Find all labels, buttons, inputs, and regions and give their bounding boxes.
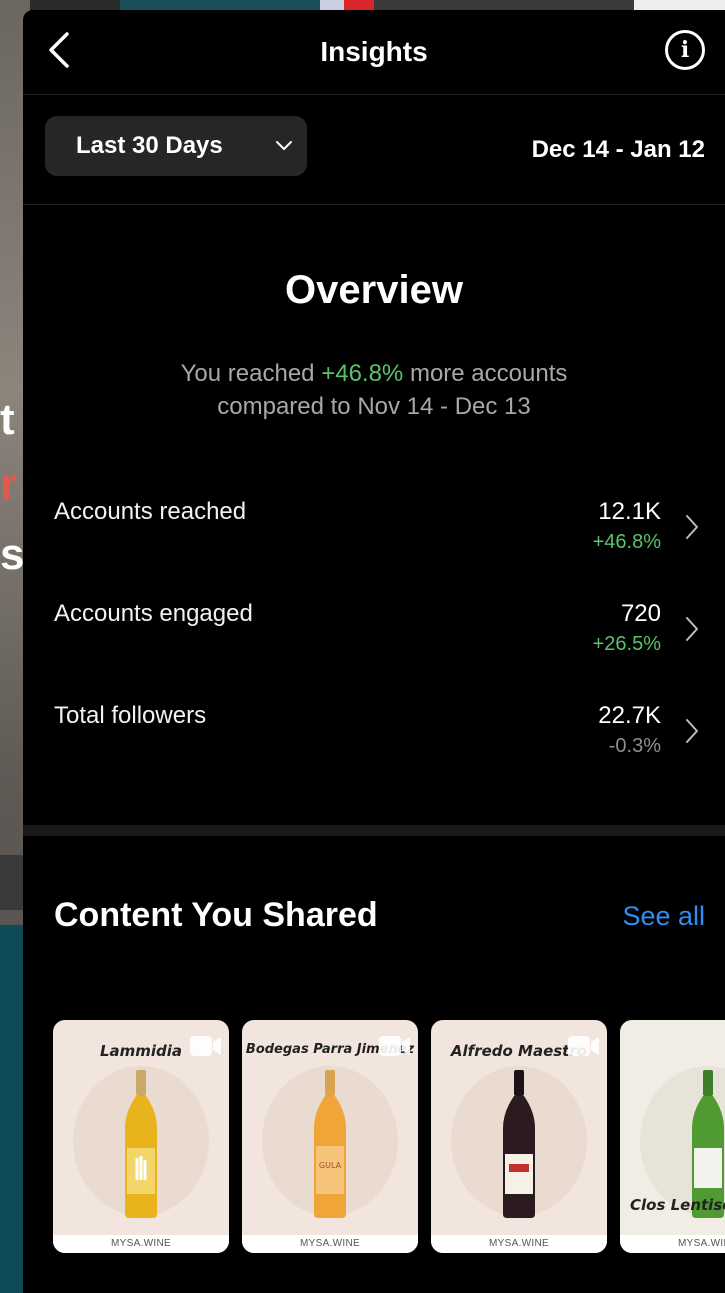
- content-thumbnail[interactable]: Clos Lentiscus MYSA.WINE: [620, 1020, 725, 1253]
- info-icon: i: [680, 37, 690, 63]
- header: Insights i: [23, 10, 725, 95]
- metric-value: 22.7K: [598, 702, 661, 729]
- info-button[interactable]: i: [665, 30, 705, 70]
- brand-handle: MYSA.WINE: [489, 1238, 549, 1249]
- date-range-selector[interactable]: Last 30 Days: [45, 116, 307, 176]
- metric-change: +46.8%: [592, 531, 661, 553]
- overview-summary-comparison: compared to Nov 14 - Dec 13: [217, 393, 531, 420]
- content-thumbnail[interactable]: Lammidia MYSA.WINE: [53, 1020, 229, 1253]
- background-top-strip: [0, 0, 725, 10]
- see-all-link[interactable]: See all: [622, 901, 705, 932]
- insights-panel: Insights i Last 30 Days Dec 14 - Jan 12 …: [23, 10, 725, 1293]
- wine-bottle-image: GULA: [314, 1070, 346, 1218]
- video-camera-icon: [379, 1036, 410, 1056]
- brand-handle: MYSA.WINE: [300, 1238, 360, 1249]
- overview-summary-prefix: You reached: [180, 360, 322, 387]
- page-title: Insights: [320, 36, 428, 67]
- video-camera-icon: [568, 1036, 599, 1056]
- metric-label: Accounts engaged: [54, 600, 253, 627]
- overview-title: Overview: [285, 268, 463, 312]
- metric-row-accounts-engaged[interactable]: Accounts engaged 720 +26.5%: [23, 600, 725, 690]
- overview-summary-change: +46.8%: [321, 360, 404, 387]
- wine-bottle-image: [125, 1070, 157, 1218]
- metric-row-total-followers[interactable]: Total followers 22.7K -0.3%: [23, 702, 725, 792]
- chevron-right-icon: [686, 719, 698, 743]
- date-range-selector-label: Last 30 Days: [76, 132, 223, 159]
- metric-label: Total followers: [54, 702, 207, 729]
- brand-handle: MYSA.WINE: [111, 1238, 171, 1249]
- content-thumbnail[interactable]: Bodegas Parra Jimenez GULA MYSA.WINE: [242, 1020, 418, 1253]
- brand-handle: MYSA.WINE: [678, 1238, 725, 1249]
- section-divider: [23, 825, 725, 836]
- metric-row-accounts-reached[interactable]: Accounts reached 12.1K +46.8%: [23, 498, 725, 588]
- metric-change: +26.5%: [592, 633, 661, 655]
- content-shared-title: Content You Shared: [54, 896, 378, 934]
- svg-text:GULA: GULA: [319, 1161, 342, 1170]
- overview-summary-mid: more accounts: [403, 360, 568, 387]
- content-thumbnails: Lammidia MYSA.WINE Bodegas Parra Jimenez: [53, 1020, 725, 1255]
- chevron-right-icon: [686, 617, 698, 641]
- chevron-down-icon: [276, 141, 292, 150]
- video-camera-icon: [190, 1036, 221, 1056]
- content-thumbnail[interactable]: Alfredo Maestro MYSA.WINE: [431, 1020, 607, 1253]
- chevron-right-icon: [686, 515, 698, 539]
- metric-value: 720: [620, 600, 661, 627]
- overview-summary: You reached +46.8% more accounts compare…: [83, 357, 665, 423]
- wine-name: Clos Lentiscus: [630, 1196, 725, 1214]
- metric-value: 12.1K: [598, 498, 661, 525]
- metric-change: -0.3%: [608, 735, 661, 757]
- wine-bottle-image: [503, 1070, 535, 1218]
- date-range-row: Last 30 Days Dec 14 - Jan 12: [23, 94, 725, 205]
- date-range-text: Dec 14 - Jan 12: [531, 136, 705, 163]
- metric-label: Accounts reached: [54, 498, 247, 525]
